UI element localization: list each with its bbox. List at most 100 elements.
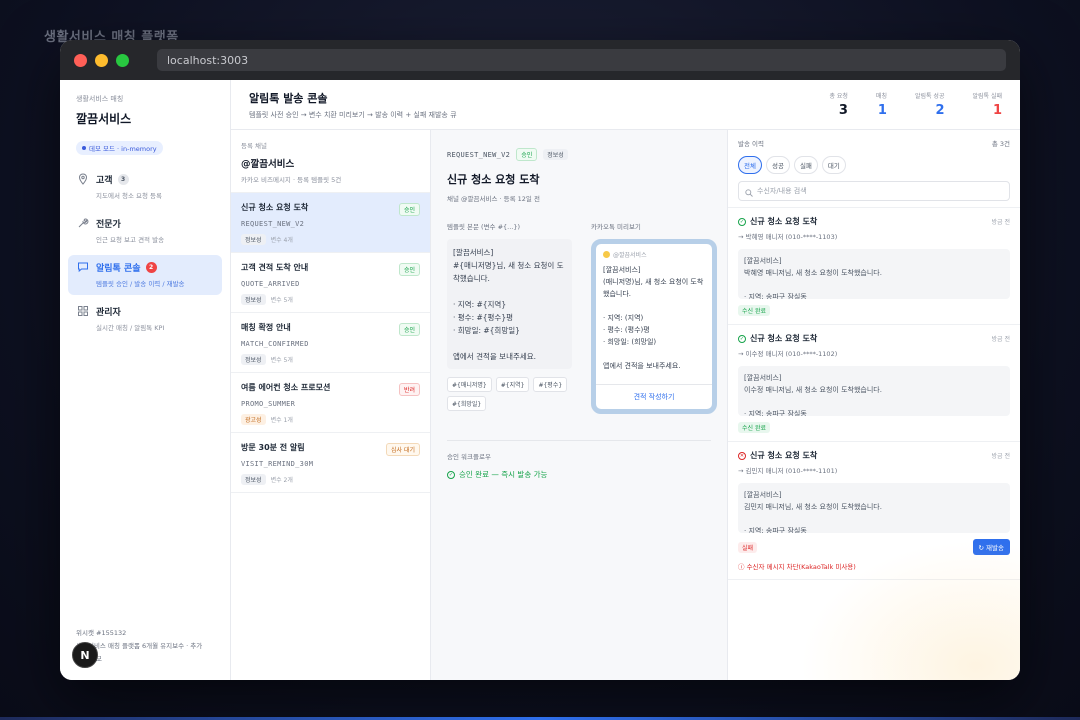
sidebar-item-description: 템플릿 승인 / 발송 이력 / 재발송 xyxy=(96,280,185,288)
resend-button[interactable]: ↻ 재발송 xyxy=(972,539,1010,555)
chat-icon xyxy=(76,261,90,275)
sidebar-item-label: 고객 xyxy=(96,176,113,186)
sidebar-item-expert[interactable]: 전문가 인근 요청 보고 견적 발송 xyxy=(68,211,222,251)
sidebar-item-label: 전문가 xyxy=(96,220,121,230)
history-title: 신규 청소 요청 도착 xyxy=(750,217,818,226)
result-badge: 실패 xyxy=(738,541,758,553)
template-var-count: 변수 5개 xyxy=(270,297,293,304)
sidebar-item-alimtalk-console[interactable]: 알림톡 콘솔 2 템플릿 승인 / 발송 이력 / 재발송 xyxy=(68,255,222,295)
demo-mode-badge: 데모 모드 · in-memory xyxy=(76,141,163,155)
channel-description: 카카오 비즈메시지 · 등록 템플릿 5건 xyxy=(241,176,342,184)
preview-text: [깔끔서비스] (매니저명)님, 새 청소 요청이 도착했습니다. · 지역: … xyxy=(603,266,704,370)
history-card[interactable]: ✓ 신규 청소 요청 도착 방금 전 → 이수정 매니저 (010-****-1… xyxy=(728,325,1020,442)
console-content: 등록 채널 @깔끔서비스 카카오 비즈메시지 · 등록 템플릿 5건 신규 청소… xyxy=(231,130,1020,680)
status-dot-icon xyxy=(82,146,86,150)
nextjs-dev-button[interactable]: N xyxy=(72,642,98,668)
template-body: [깔끔서비스] #{매니저명}님, 새 청소 요청이 도착했습니다. · 지역:… xyxy=(447,239,572,369)
history-filter-tabs: 전체 성공 실패 대기 xyxy=(738,156,1010,174)
write-quote-button[interactable]: 견적 작성하기 xyxy=(596,384,712,409)
result-badge: 수신 완료 xyxy=(738,305,770,316)
template-item[interactable]: 고객 견적 도착 안내 QUOTE_ARRIVED 정보성 변수 5개 승인 xyxy=(231,253,430,313)
count-badge: 2 xyxy=(145,262,157,273)
grid-icon xyxy=(76,305,90,319)
history-label: 발송 이력 xyxy=(738,140,764,148)
template-var-count: 변수 1개 xyxy=(270,417,293,424)
template-item[interactable]: 방문 30분 전 알림 VISIT_REMIND_30M 정보성 변수 2개 심사… xyxy=(231,433,430,493)
count-badge: 3 xyxy=(117,174,129,185)
detail-template-code: REQUEST_NEW_V2 xyxy=(447,150,511,159)
stat-value: 1 xyxy=(992,103,1002,118)
stat-label: 알림톡 성공 xyxy=(914,93,945,100)
stat-label: 알림톡 실패 xyxy=(972,93,1002,100)
check-circle-icon: ✓ xyxy=(738,217,746,226)
history-recipient: → 김민지 매니저 (010-****-1101) xyxy=(738,467,838,475)
demo-mode-label: 데모 모드 · in-memory xyxy=(89,145,157,153)
variable-chip: #{희망일} xyxy=(447,396,487,411)
kakao-preview: @깔끔서비스 [깔끔서비스] (매니저명)님, 새 청소 요청이 도착했습니다.… xyxy=(591,239,717,414)
sidebar-item-description: 인근 요청 보고 견적 발송 xyxy=(96,236,165,244)
sidebar-item-label: 관리자 xyxy=(96,308,121,318)
sidebar: 생활서비스 매칭 깔끔서비스 데모 모드 · in-memory 고객 3 지도에… xyxy=(60,80,231,680)
tab-all[interactable]: 전체 xyxy=(738,156,762,174)
title-bar: localhost:3003 xyxy=(60,40,1020,80)
template-code: PROMO_SUMMER xyxy=(241,400,296,408)
template-code: VISIT_REMIND_30M xyxy=(241,460,314,468)
sidebar-item-description: 지도에서 청소 요청 등록 xyxy=(96,192,162,200)
history-message: [깔끔서비스] 이수정 매니저님, 새 청소 요청이 도착했습니다. · 지역:… xyxy=(738,366,1010,416)
send-history: 발송 이력 총 3건 전체 성공 실패 대기 수신자/내용 검색 ✓ 신규 청소… xyxy=(728,130,1020,680)
search-box xyxy=(738,181,1010,201)
failure-reason: ⓘ 수신자 메시지 차단(KakaoTalk 미사용) xyxy=(738,563,856,571)
page-title: 알림톡 발송 콘솔 xyxy=(249,91,328,105)
wrench-icon xyxy=(76,217,90,231)
body-label: 템플릿 본문 (변수 #{...}) xyxy=(447,223,521,231)
template-var-count: 변수 4개 xyxy=(270,237,293,244)
stat-matched: 매칭 1 xyxy=(876,91,887,118)
check-circle-icon: ✓ xyxy=(738,334,746,343)
sidebar-item-admin[interactable]: 관리자 실시간 매칭 / 알림톡 KPI xyxy=(68,299,222,339)
tab-failed[interactable]: 실패 xyxy=(793,156,818,174)
history-recipient: → 박혜영 매니저 (010-****-1103) xyxy=(738,233,838,241)
sidebar-item-label: 알림톡 콘솔 xyxy=(96,264,141,274)
kpi-stats: 총 요청 3 매칭 1 알림톡 성공 2 알림톡 실패 1 xyxy=(829,91,1002,118)
template-code: REQUEST_NEW_V2 xyxy=(241,220,305,228)
app: 생활서비스 매칭 깔끔서비스 데모 모드 · in-memory 고객 3 지도에… xyxy=(60,80,1020,680)
status-badge: 승인 xyxy=(398,203,420,216)
sidebar-item-description: 실시간 매칭 / 알림톡 KPI xyxy=(96,324,165,332)
browser-window: localhost:3003 생활서비스 매칭 깔끔서비스 데모 모드 · in… xyxy=(60,40,1020,680)
map-pin-icon xyxy=(76,173,90,187)
history-total: 총 3건 xyxy=(991,140,1010,148)
history-card[interactable]: ✕ 신규 청소 요청 도착 방금 전 → 김민지 매니저 (010-****-1… xyxy=(728,442,1020,580)
history-message: [깔끔서비스] 김민지 매니저님, 새 청소 요청이 도착했습니다. · 지역:… xyxy=(738,483,1010,533)
template-var-count: 변수 5개 xyxy=(270,357,293,364)
stat-alimtalk-failed: 알림톡 실패 1 xyxy=(972,91,1002,118)
template-body-section: 템플릿 본문 (변수 #{...}) [깔끔서비스] #{매니저명}님, 새 청… xyxy=(447,221,577,414)
variable-chip: #{매니저명} xyxy=(447,377,492,392)
page-subtitle: 템플릿 사전 승인 → 변수 치환 미리보기 → 발송 이력 + 실패 재발송 … xyxy=(249,110,457,119)
tab-pending[interactable]: 대기 xyxy=(821,156,846,174)
tab-success[interactable]: 성공 xyxy=(765,156,790,174)
history-time: 방금 전 xyxy=(991,453,1010,460)
project-id: 위시캣 #155132 xyxy=(76,629,127,637)
preview-sender: @깔끔서비스 xyxy=(613,252,647,259)
minimize-window-button[interactable] xyxy=(95,53,108,67)
template-type-chip: 광고성 xyxy=(241,414,266,425)
workflow-label: 승인 워크플로우 xyxy=(447,453,491,461)
page-header: 알림톡 발송 콘솔 템플릿 사전 승인 → 변수 치환 미리보기 → 발송 이력… xyxy=(231,80,1020,130)
template-var-count: 변수 2개 xyxy=(270,477,293,484)
history-time: 방금 전 xyxy=(991,336,1010,343)
history-card[interactable]: ✓ 신규 청소 요청 도착 방금 전 → 박혜영 매니저 (010-****-1… xyxy=(728,208,1020,325)
sidebar-item-customer[interactable]: 고객 3 지도에서 청소 요청 등록 xyxy=(68,167,222,207)
variable-chip: #{평수} xyxy=(533,377,568,392)
template-type-chip: 정보성 xyxy=(241,474,266,485)
search-input[interactable] xyxy=(757,187,957,195)
maximize-window-button[interactable] xyxy=(116,53,129,67)
address-bar[interactable]: localhost:3003 xyxy=(157,49,1006,71)
history-title: 신규 청소 요청 도착 xyxy=(750,334,818,343)
history-title: 신규 청소 요청 도착 xyxy=(750,451,818,460)
close-window-button[interactable] xyxy=(74,53,87,67)
stat-label: 총 요청 xyxy=(829,93,848,100)
template-item[interactable]: 신규 청소 요청 도착 REQUEST_NEW_V2 정보성 변수 4개 승인 xyxy=(231,193,430,253)
template-item[interactable]: 매칭 확정 안내 MATCH_CONFIRMED 정보성 변수 5개 승인 xyxy=(231,313,430,373)
template-item[interactable]: 여름 에어컨 청소 프로모션 PROMO_SUMMER 광고성 변수 1개 반려 xyxy=(231,373,430,433)
template-code: QUOTE_ARRIVED xyxy=(241,280,300,288)
